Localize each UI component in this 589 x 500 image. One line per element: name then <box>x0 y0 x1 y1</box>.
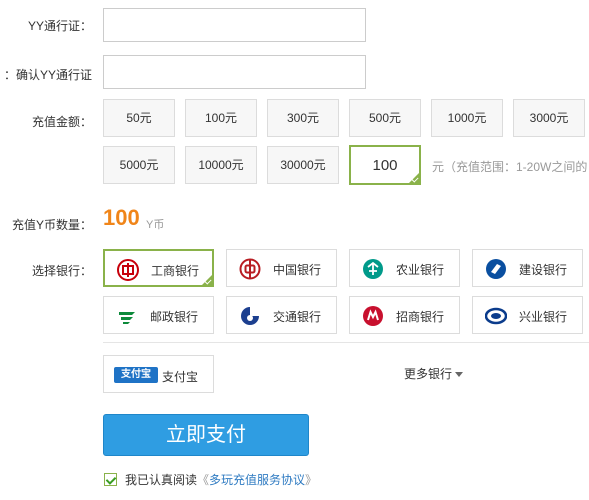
custom-amount-field[interactable] <box>349 145 421 185</box>
bank-option-boc[interactable]: 中国银行 <box>226 249 337 287</box>
yy-id-input[interactable] <box>103 8 366 42</box>
ccb-logo-icon <box>485 258 507 280</box>
bank-name: 工商银行 <box>151 264 200 278</box>
amount-label: 充值金额： <box>31 115 92 129</box>
alipay-option[interactable]: 支付宝 支付宝 <box>103 355 214 393</box>
bank-option-abc[interactable]: 农业银行 <box>349 249 460 287</box>
service-agreement-link[interactable]: 多玩充值服务协议 <box>209 473 305 487</box>
bank-option-cmb[interactable]: 招商银行 <box>349 296 460 334</box>
amount-range-note: 元（充值范围：1-20W之间的 <box>432 160 588 174</box>
selected-check-icon <box>200 273 214 287</box>
agreement-close-quote: 》 <box>305 473 318 487</box>
icbc-logo-icon <box>117 259 139 281</box>
cib-logo-icon <box>484 305 508 327</box>
more-banks-toggle[interactable]: 更多银行 <box>404 365 464 382</box>
bank-name: 邮政银行 <box>150 310 199 324</box>
yy-id-label: YY通行证： <box>27 19 92 33</box>
agreement-row: 我已认真阅读《多玩充值服务协议》 <box>104 471 317 488</box>
agreement-open-quote: 《 <box>197 473 210 487</box>
ybi-label: 充值Y币数量： <box>11 218 92 232</box>
bank-label: 选择银行： <box>31 264 92 278</box>
ybi-amount: 100 <box>103 205 140 230</box>
bank-name: 兴业银行 <box>519 310 568 324</box>
alipay-logo-icon: 支付宝 <box>114 367 158 383</box>
bank-option-bocom[interactable]: 交通银行 <box>226 296 337 334</box>
amount-option-1000[interactable]: 1000元 <box>431 99 503 137</box>
section-divider <box>103 342 589 343</box>
bank-option-psbc[interactable]: 邮政银行 <box>103 296 214 334</box>
bank-name: 中国银行 <box>273 263 322 277</box>
bank-name: 招商银行 <box>396 310 445 324</box>
pay-now-button[interactable]: 立即支付 <box>103 414 309 456</box>
agreement-text: 我已认真阅读 <box>125 473 198 487</box>
amount-option-100[interactable]: 100元 <box>185 99 257 137</box>
amount-option-30000[interactable]: 30000元 <box>267 146 339 184</box>
amount-option-300[interactable]: 300元 <box>267 99 339 137</box>
ybi-unit: Y币 <box>146 219 165 231</box>
bank-name: 农业银行 <box>396 263 445 277</box>
psbc-logo-icon <box>116 305 138 327</box>
amount-option-500[interactable]: 500元 <box>349 99 421 137</box>
confirm-yy-id-label: 确认YY通行证： <box>3 68 92 82</box>
bocom-logo-icon <box>239 305 261 327</box>
confirm-yy-id-input[interactable] <box>103 55 366 89</box>
amount-option-50[interactable]: 50元 <box>103 99 175 137</box>
bank-option-cib[interactable]: 兴业银行 <box>472 296 583 334</box>
agreement-checkbox[interactable] <box>104 473 117 486</box>
amount-option-5000[interactable]: 5000元 <box>103 146 175 184</box>
alipay-label: 支付宝 <box>162 370 199 384</box>
abc-logo-icon <box>362 258 384 280</box>
boc-logo-icon <box>239 258 261 280</box>
bank-option-ccb[interactable]: 建设银行 <box>472 249 583 287</box>
amount-option-10000[interactable]: 10000元 <box>185 146 257 184</box>
amount-option-3000[interactable]: 3000元 <box>513 99 585 137</box>
selected-check-icon <box>407 171 421 185</box>
more-banks-label: 更多银行 <box>404 367 453 381</box>
bank-option-icbc[interactable]: 工商银行 <box>103 249 214 287</box>
cmb-logo-icon <box>362 305 384 327</box>
bank-name: 建设银行 <box>519 263 568 277</box>
chevron-down-icon <box>455 372 464 378</box>
bank-name: 交通银行 <box>273 310 322 324</box>
